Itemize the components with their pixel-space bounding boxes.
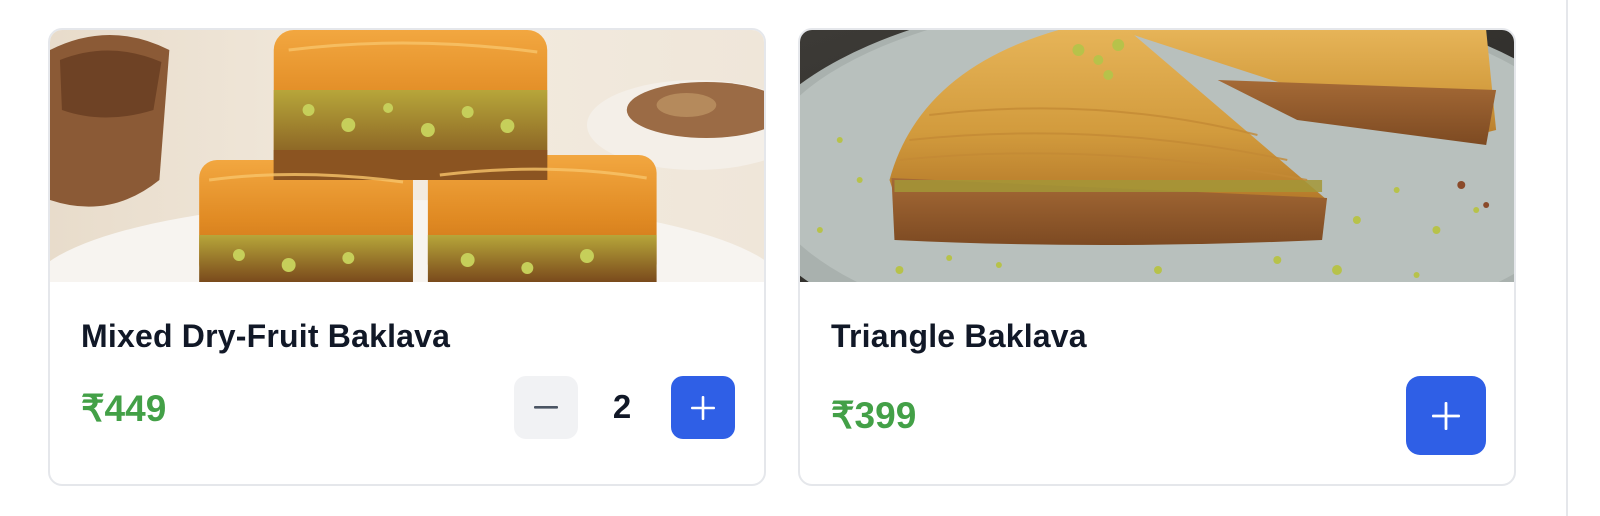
quantity-value: 2 (612, 388, 632, 425)
product-price: ₹449 (81, 388, 167, 429)
triangle-baklava-illustration (800, 30, 1514, 282)
product-card-mixed-dry-fruit-baklava: Mixed Dry-Fruit Baklava ₹449 2 (48, 28, 766, 486)
plus-icon (691, 395, 715, 420)
scrollbar-track[interactable] (1566, 0, 1568, 516)
plus-icon (1432, 401, 1460, 430)
baklava-stack-illustration (50, 30, 764, 282)
product-image (50, 30, 764, 282)
increment-quantity-button[interactable] (671, 376, 735, 439)
minus-icon (534, 405, 558, 410)
decrement-quantity-button[interactable] (514, 376, 578, 439)
product-card-triangle-baklava: Triangle Baklava ₹399 (798, 28, 1516, 486)
product-price: ₹399 (831, 395, 917, 436)
add-to-cart-button[interactable] (1406, 376, 1486, 455)
product-title: Triangle Baklava (831, 318, 1087, 354)
product-image (800, 30, 1514, 282)
product-title: Mixed Dry-Fruit Baklava (81, 318, 451, 354)
